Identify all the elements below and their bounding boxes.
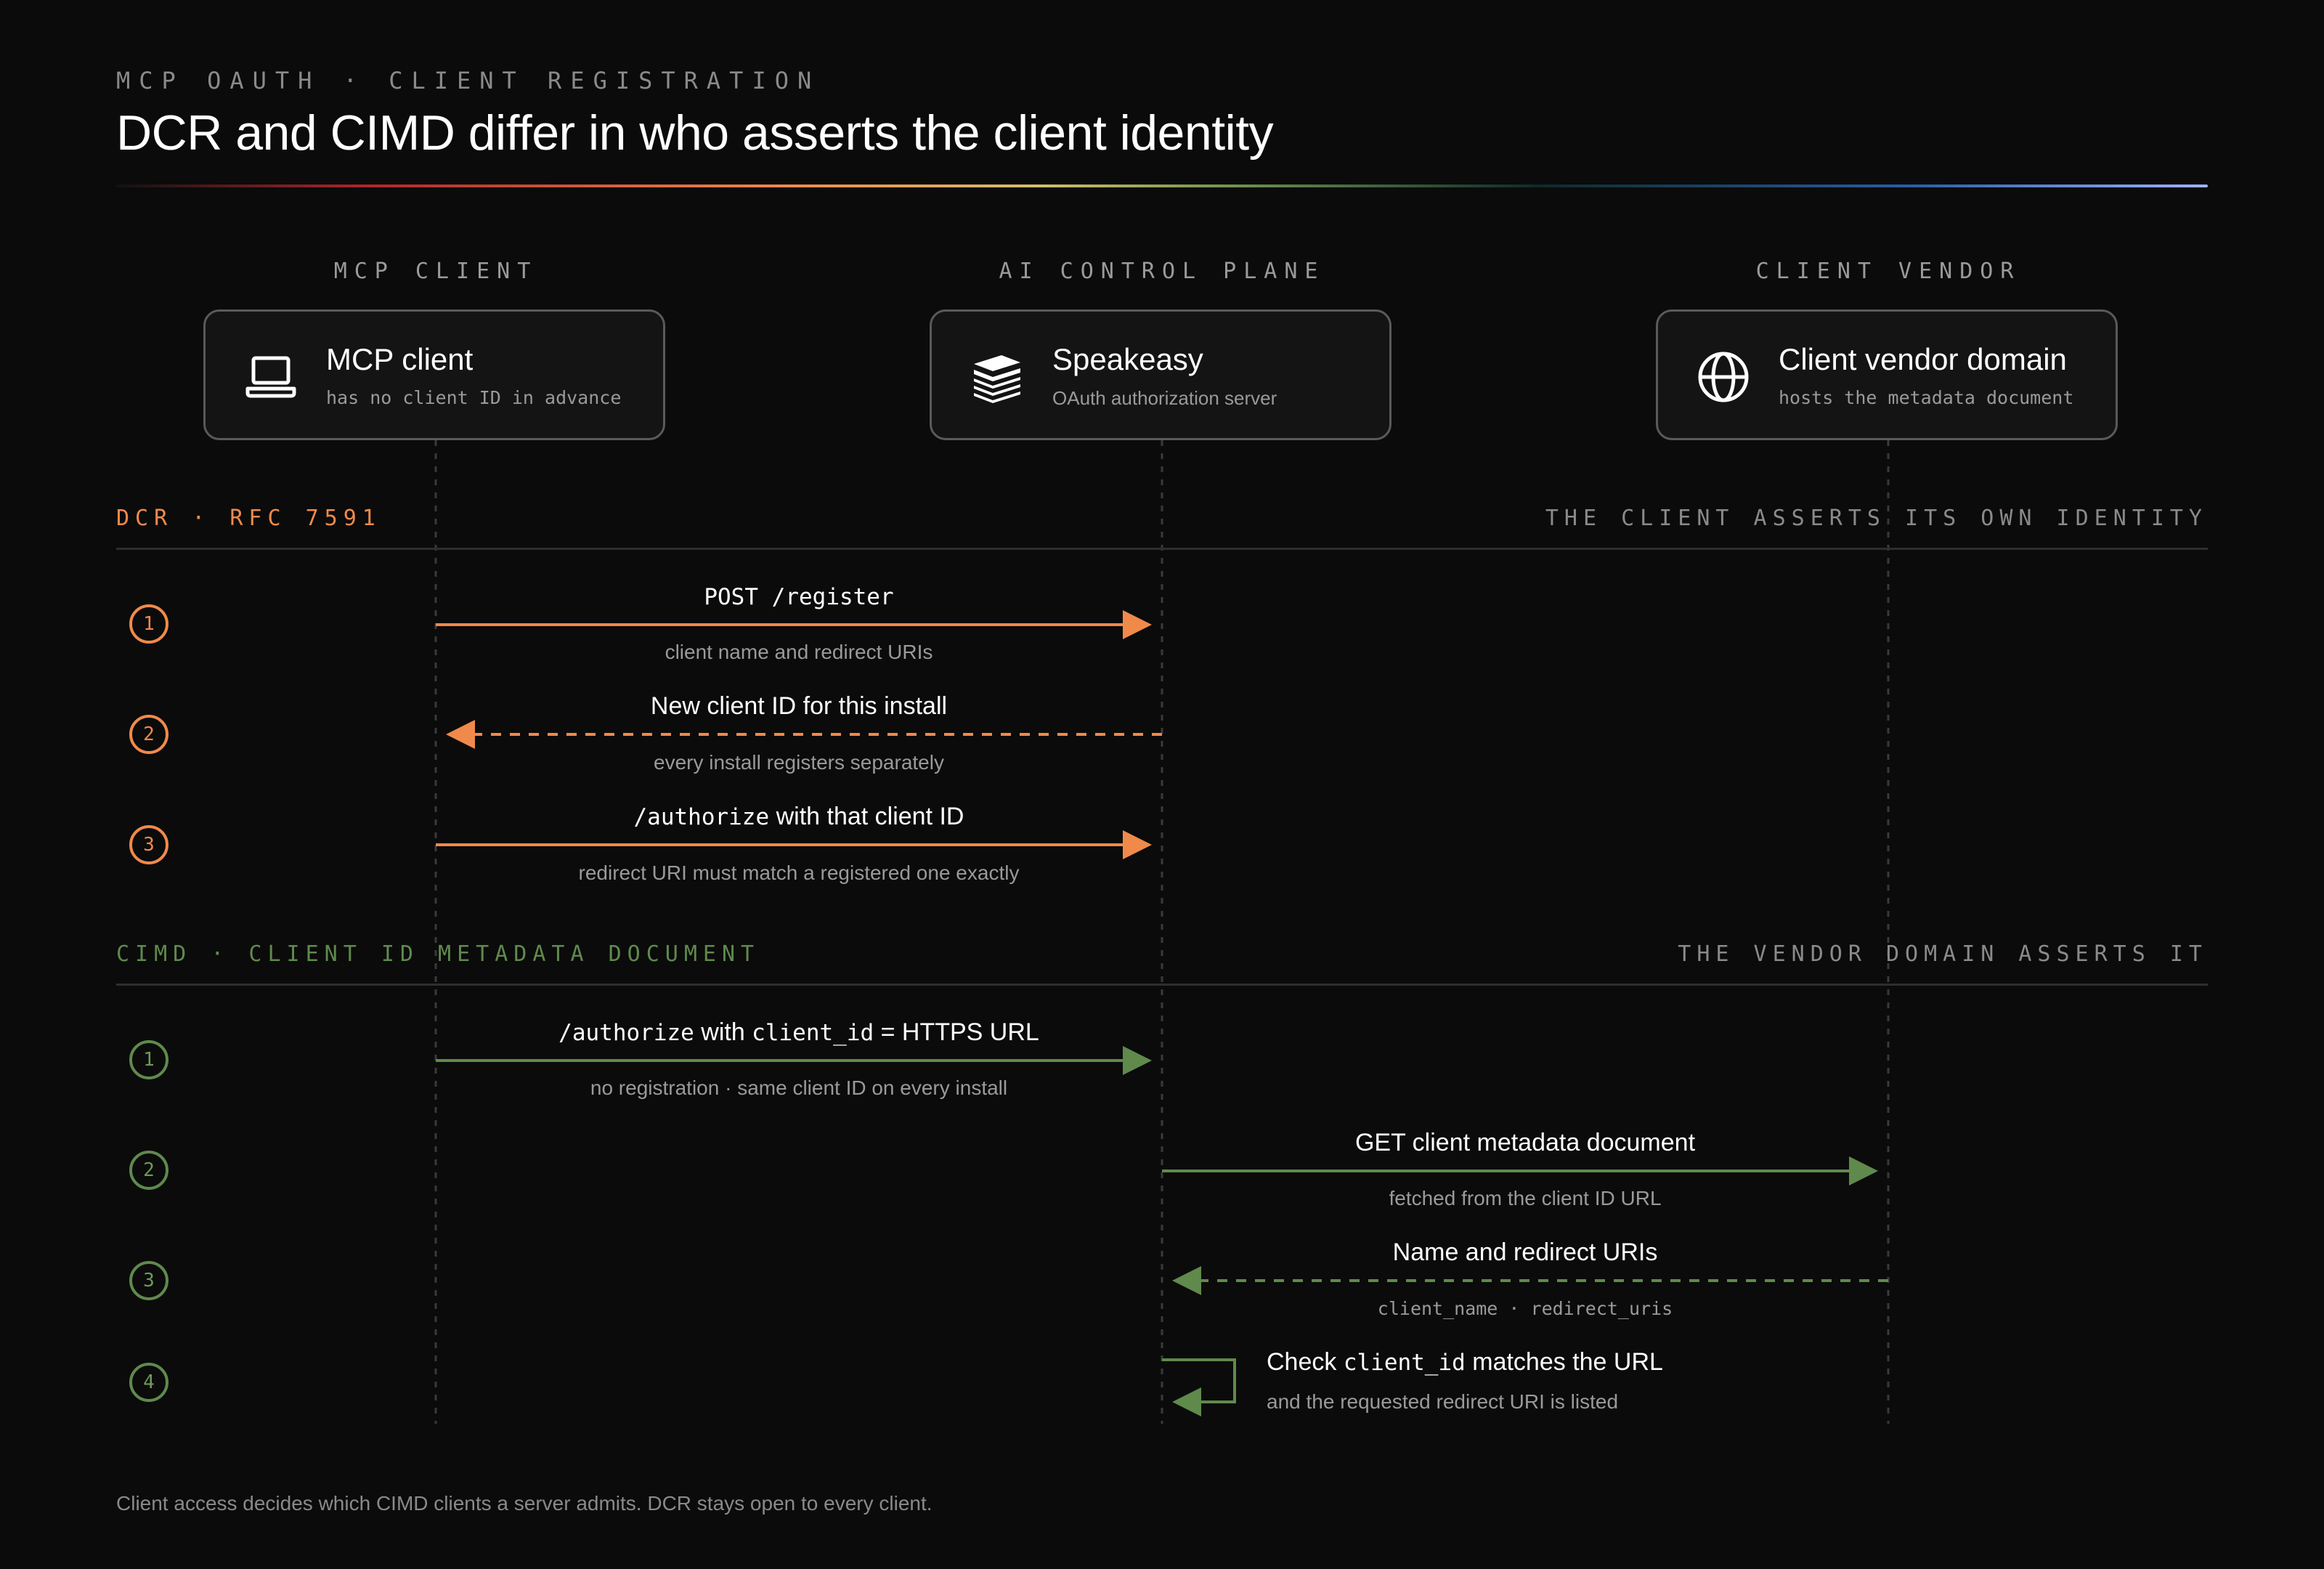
dcr-step-badge-2: 2 [129, 715, 168, 754]
dcr-section-tagline: THE CLIENT ASSERTS ITS OWN IDENTITY [1545, 506, 2208, 531]
cimd-arrow-4-self [1162, 1358, 1236, 1416]
cimd-step-4-label: Check client_id matches the URL [1267, 1348, 1663, 1376]
dcr-step-3-label: /authorize with that client ID [633, 803, 964, 830]
actor-subtitle: has no client ID in advance [326, 387, 622, 408]
cimd-step-badge-3: 3 [129, 1261, 168, 1300]
actor-mcp-client: MCP client has no client ID in advance [203, 309, 665, 440]
cimd-section-title: CIMD · CLIENT ID METADATA DOCUMENT [116, 941, 760, 967]
cimd-step-3-label: Name and redirect URIs [1392, 1238, 1658, 1266]
dcr-step-3-code: /authorize [633, 804, 770, 830]
dcr-step-2-note: every install registers separately [654, 751, 944, 774]
actor-subtitle: OAuth authorization server [1052, 387, 1277, 409]
cimd-section-tagline: THE VENDOR DOMAIN ASSERTS IT [1678, 941, 2208, 967]
cimd-step-1-label: /authorize with client_id = HTTPS URL [558, 1018, 1039, 1046]
cimd-step-badge-4: 4 [129, 1363, 168, 1402]
dcr-step-3-note: redirect URI must match a registered one… [578, 861, 1020, 884]
stack-icon [974, 355, 1020, 403]
globe-icon [1698, 352, 1749, 402]
lane-title-control-plane: AI CONTROL PLANE [999, 259, 1325, 284]
lane-title-client-vendor: CLIENT VENDOR [1755, 259, 2021, 284]
dcr-step-badge-3: 3 [129, 825, 168, 864]
actor-name: MCP client [326, 342, 474, 376]
dcr-step-2-label: New client ID for this install [650, 692, 948, 720]
dcr-section-title: DCR · RFC 7591 [116, 506, 381, 531]
actor-name: Client vendor domain [1779, 342, 2067, 376]
actor-client-vendor: Client vendor domain hosts the metadata … [1656, 309, 2118, 440]
cimd-step-1-note: no registration · same client ID on ever… [590, 1077, 1008, 1099]
actor-subtitle: hosts the metadata document [1779, 387, 2074, 408]
footer-note: Client access decides which CIMD clients… [116, 1492, 933, 1515]
actor-name: Speakeasy [1052, 342, 1203, 376]
cimd-section-rule [116, 984, 2208, 986]
actor-speakeasy: Speakeasy OAuth authorization server [930, 309, 1391, 440]
cimd-step-2-note: fetched from the client ID URL [1389, 1187, 1662, 1209]
dcr-section-rule [116, 548, 2208, 550]
cimd-step-4-note: and the requested redirect URI is listed [1267, 1390, 1619, 1413]
dcr-step-1-label: POST /register [399, 583, 1198, 611]
cimd-step-badge-2: 2 [129, 1151, 168, 1190]
dcr-step-badge-1: 1 [129, 604, 168, 644]
cimd-step-2-label: GET client metadata document [1354, 1129, 1696, 1156]
laptop-icon [245, 356, 296, 398]
lane-title-mcp-client: MCP CLIENT [333, 259, 538, 284]
dcr-step-1-note: client name and redirect URIs [665, 641, 933, 663]
cimd-step-3-note: client_name · redirect_uris [1377, 1298, 1673, 1319]
sequence-lines [434, 440, 1890, 1424]
dcr-step-1-code: POST /register [704, 584, 894, 610]
cimd-step-badge-1: 1 [129, 1040, 168, 1079]
